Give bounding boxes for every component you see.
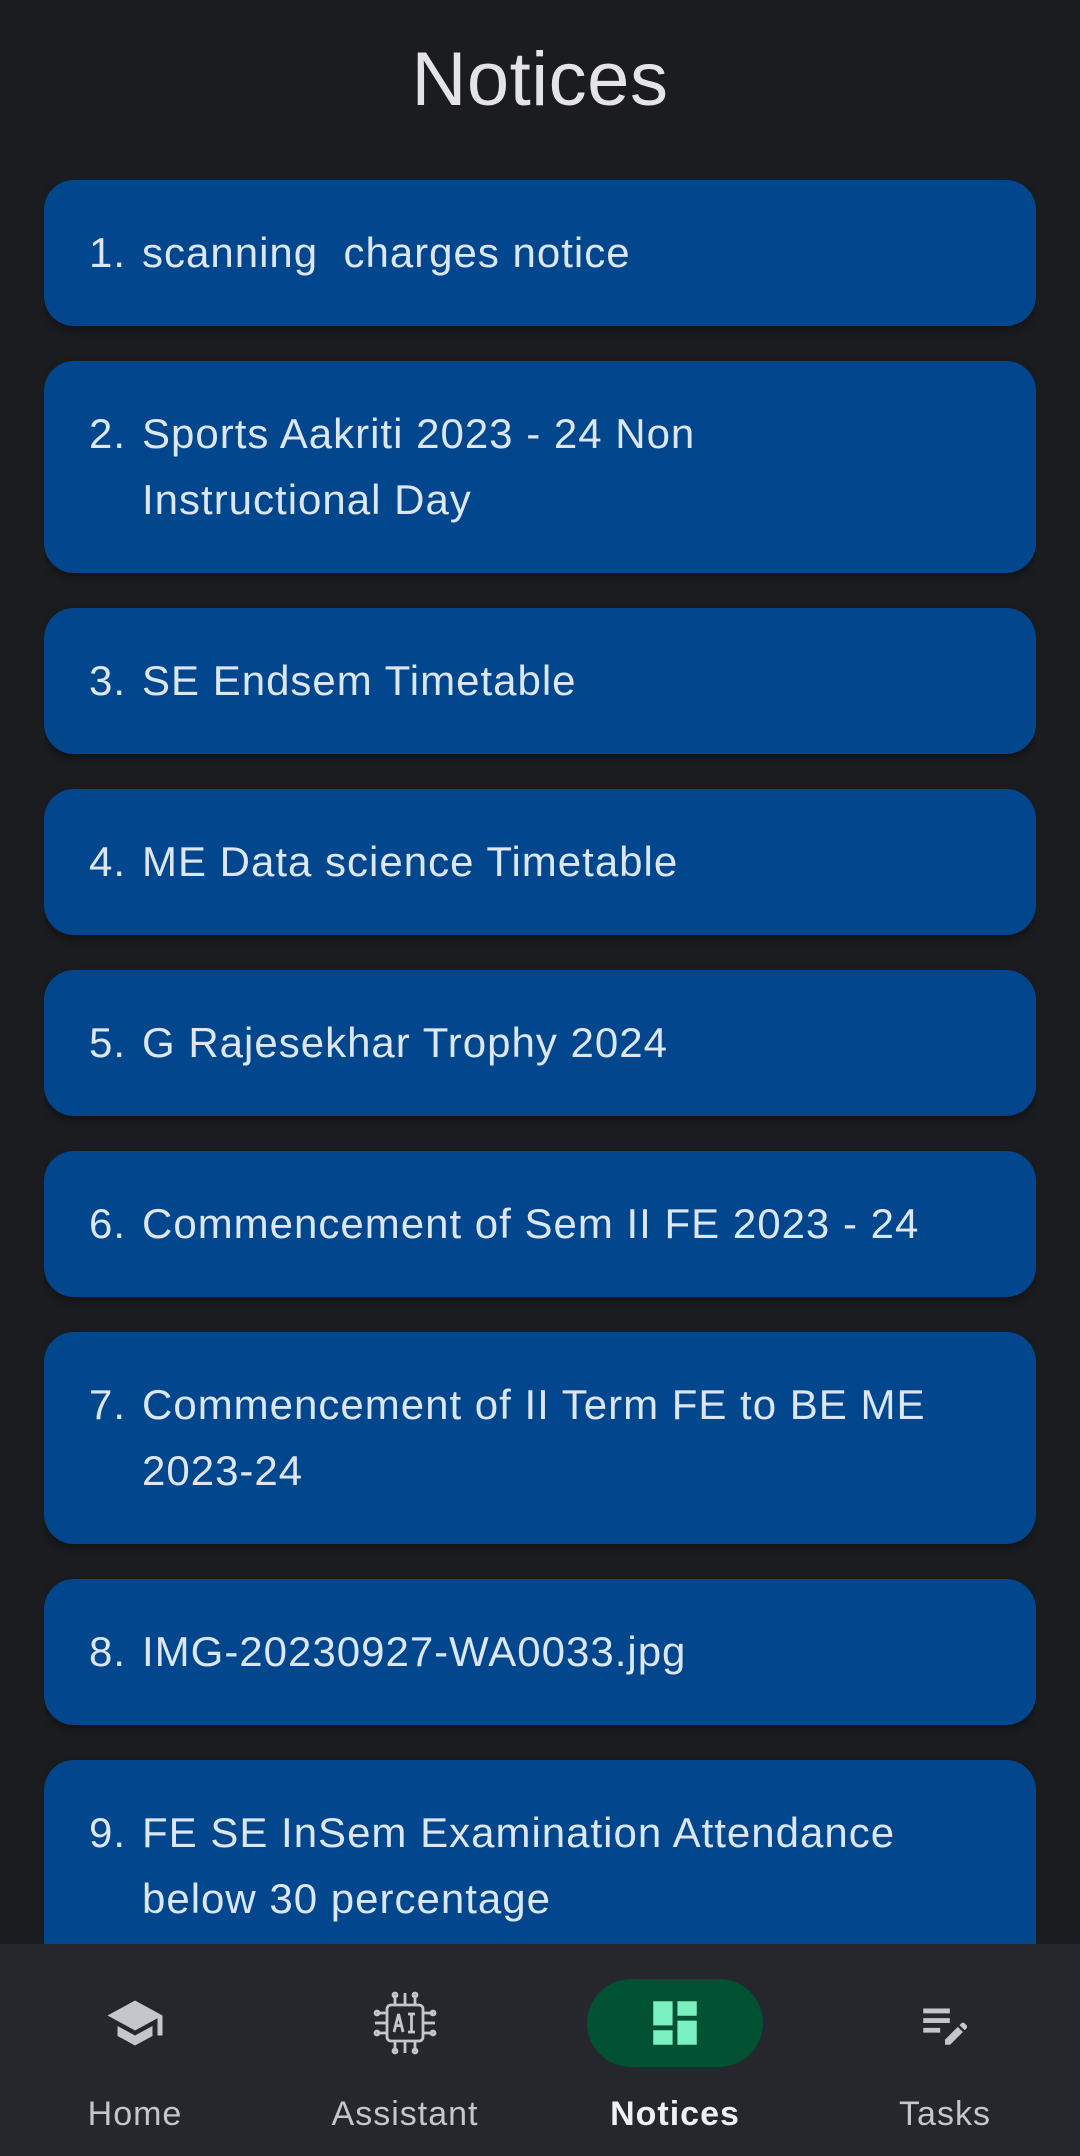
notice-number: 2. bbox=[89, 410, 127, 457]
notice-item-8[interactable]: 8. IMG-20230927-WA0033.jpg bbox=[44, 1579, 1036, 1725]
notice-title: G Rajesekhar Trophy 2024 bbox=[142, 1019, 668, 1066]
notice-text: 4. ME Data science Timetable bbox=[89, 829, 678, 895]
notice-title: FE SE InSem Examination Attendance below… bbox=[142, 1809, 896, 1922]
notice-item-4[interactable]: 4. ME Data science Timetable bbox=[44, 789, 1036, 935]
nav-label-home: Home bbox=[87, 2095, 183, 2133]
nav-item-tasks[interactable]: Tasks bbox=[810, 1944, 1080, 2156]
notice-title: IMG-20230927-WA0033.jpg bbox=[142, 1628, 687, 1675]
active-indicator bbox=[587, 1979, 763, 2067]
notice-title: Commencement of II Term FE to BE ME 2023… bbox=[142, 1381, 926, 1494]
notice-item-1[interactable]: 1. scanning charges notice bbox=[44, 180, 1036, 326]
nav-icon-container bbox=[317, 1979, 493, 2067]
notice-title: SE Endsem Timetable bbox=[142, 657, 577, 704]
page-title: Notices bbox=[411, 37, 669, 122]
notice-item-2[interactable]: 2. Sports Aakriti 2023 - 24 Non Instruct… bbox=[44, 361, 1036, 573]
nav-item-home[interactable]: Home bbox=[0, 1944, 270, 2156]
notice-item-9[interactable]: 9. FE SE InSem Examination Attendance be… bbox=[44, 1760, 1036, 1944]
nav-item-assistant[interactable]: Assistant bbox=[270, 1944, 540, 2156]
notice-item-7[interactable]: 7. Commencement of II Term FE to BE ME 2… bbox=[44, 1332, 1036, 1544]
notice-title: Sports Aakriti 2023 - 24 Non Instruction… bbox=[142, 410, 696, 523]
notice-text: 9. FE SE InSem Examination Attendance be… bbox=[89, 1800, 942, 1932]
notice-title: ME Data science Timetable bbox=[142, 838, 679, 885]
nav-label-notices: Notices bbox=[610, 2095, 740, 2133]
notice-number: 5. bbox=[89, 1019, 127, 1066]
notice-text: 6. Commencement of Sem II FE 2023 - 24 bbox=[89, 1191, 919, 1257]
notice-text: 8. IMG-20230927-WA0033.jpg bbox=[89, 1619, 686, 1685]
bottom-navigation: Home Assistant Notices Tasks bbox=[0, 1944, 1080, 2156]
notice-number: 3. bbox=[89, 657, 127, 704]
notice-number: 7. bbox=[89, 1381, 127, 1428]
notice-list[interactable]: 1. scanning charges notice 2. Sports Aak… bbox=[44, 180, 1036, 1944]
notice-title: scanning charges notice bbox=[142, 229, 631, 276]
notice-number: 6. bbox=[89, 1200, 127, 1247]
notice-number: 1. bbox=[89, 229, 127, 276]
dashboard-grid-icon bbox=[653, 2001, 697, 2045]
nav-label-assistant: Assistant bbox=[331, 2095, 479, 2133]
nav-icon-container bbox=[47, 1979, 223, 2067]
graduation-cap-icon bbox=[107, 2000, 163, 2046]
notice-item-3[interactable]: 3. SE Endsem Timetable bbox=[44, 608, 1036, 754]
edit-list-icon bbox=[923, 2008, 968, 2045]
nav-icon-container bbox=[857, 1979, 1033, 2067]
notice-text: 2. Sports Aakriti 2023 - 24 Non Instruct… bbox=[89, 401, 762, 533]
notice-text: 3. SE Endsem Timetable bbox=[89, 648, 577, 714]
nav-item-notices[interactable]: Notices bbox=[540, 1944, 810, 2156]
notice-title: Commencement of Sem II FE 2023 - 24 bbox=[142, 1200, 920, 1247]
notice-number: 9. bbox=[89, 1809, 127, 1856]
notice-item-5[interactable]: 5. G Rajesekhar Trophy 2024 bbox=[44, 970, 1036, 1116]
notice-text: 1. scanning charges notice bbox=[89, 220, 631, 286]
notice-number: 4. bbox=[89, 838, 127, 885]
notice-text: 7. Commencement of II Term FE to BE ME 2… bbox=[89, 1372, 972, 1504]
notice-number: 8. bbox=[89, 1628, 127, 1675]
nav-label-tasks: Tasks bbox=[899, 2095, 991, 2133]
notice-text: 5. G Rajesekhar Trophy 2024 bbox=[89, 1010, 668, 1076]
ai-chip-icon bbox=[373, 1991, 437, 2055]
notice-item-6[interactable]: 6. Commencement of Sem II FE 2023 - 24 bbox=[44, 1151, 1036, 1297]
